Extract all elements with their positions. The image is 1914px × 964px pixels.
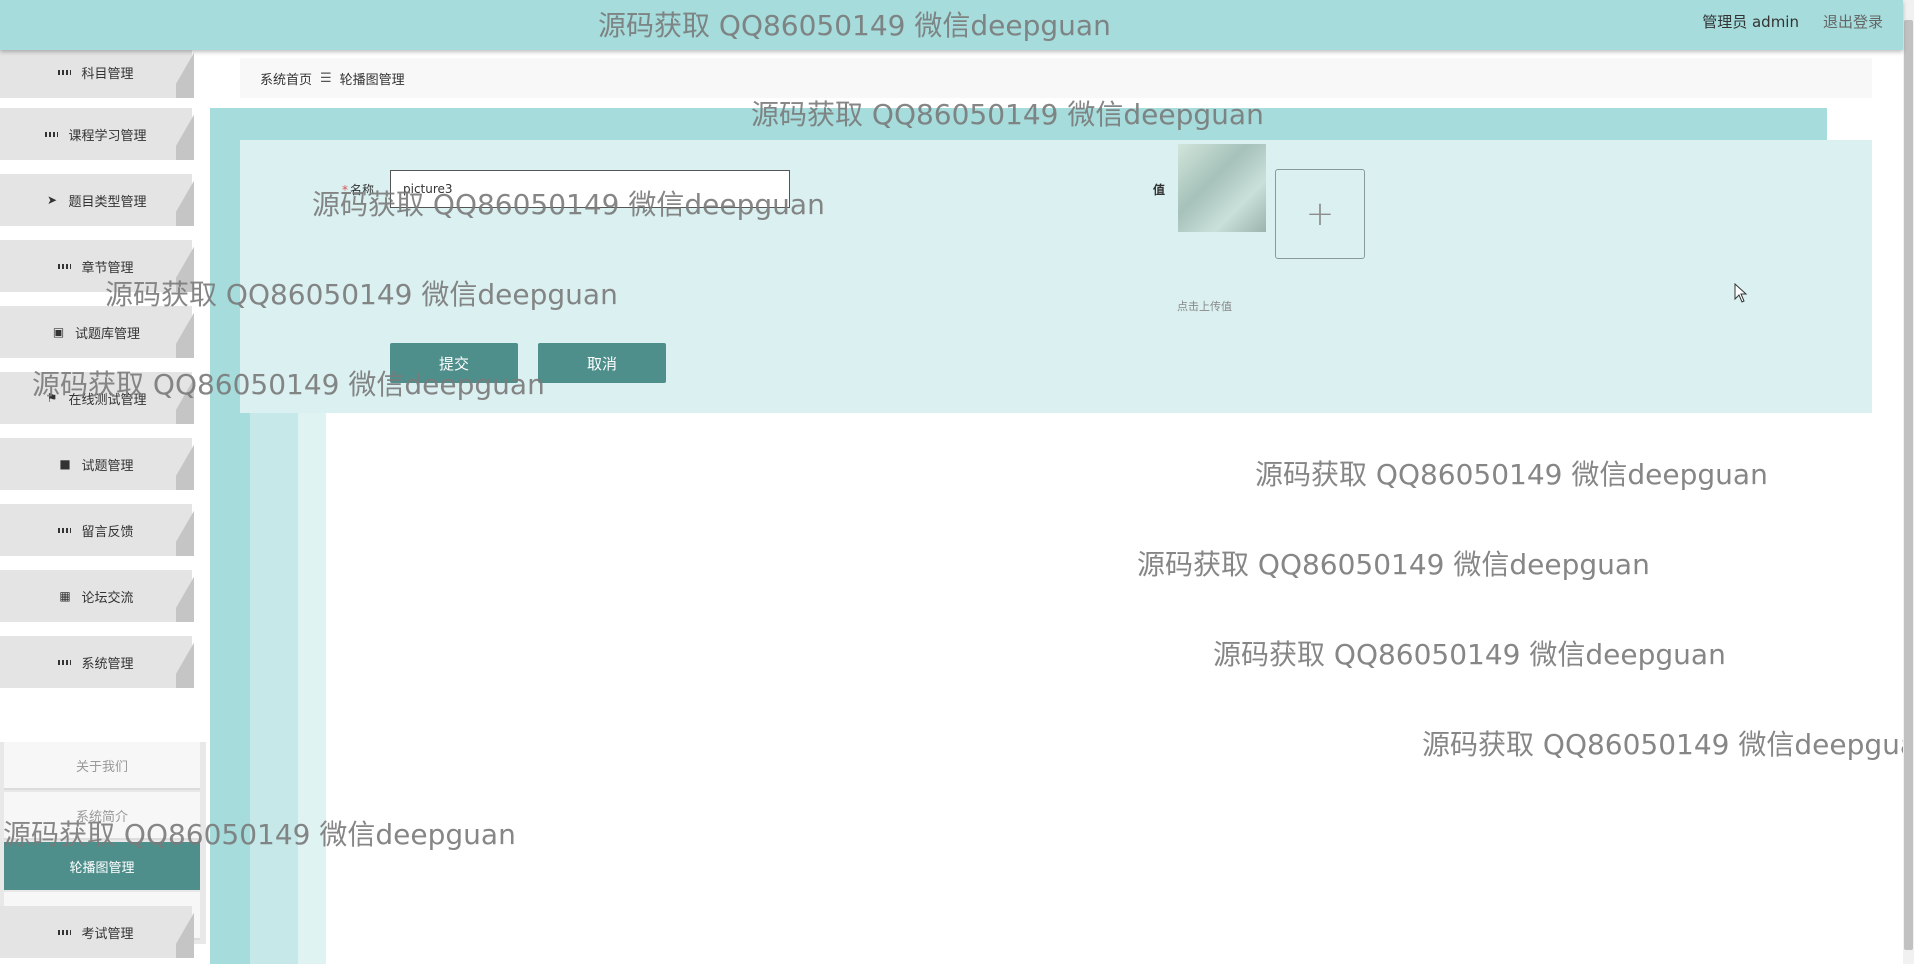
sidebar-item-questions[interactable]: ■ 试题管理 xyxy=(0,438,194,490)
sidebar-item-forum[interactable]: ▦ 论坛交流 xyxy=(0,570,194,622)
sidebar-item-subjects[interactable]: 科目管理 xyxy=(0,50,194,98)
sidebar-item-course-study[interactable]: 课程学习管理 xyxy=(0,108,194,160)
watermark-text: 源码获取 QQ86050149 微信deepguan xyxy=(1422,728,1903,761)
mouse-cursor-icon xyxy=(1734,283,1748,303)
sidebar-item-label: 论坛交流 xyxy=(81,590,134,606)
sidebar-item-label: 考试管理 xyxy=(81,926,134,942)
watermark-text: 源码获取 QQ86050149 微信deepguan xyxy=(1213,638,1726,671)
menu-icon: ☰ xyxy=(320,70,332,86)
ticket-icon: ▣ xyxy=(52,325,65,339)
grid-icon xyxy=(58,926,72,939)
breadcrumb-home[interactable]: 系统首页 xyxy=(260,69,312,88)
image-upload-button[interactable]: + xyxy=(1275,169,1365,259)
sidebar-item-label: 留言反馈 xyxy=(81,524,134,540)
sidebar-item-label: 试题管理 xyxy=(81,458,134,474)
logout-link[interactable]: 退出登录 xyxy=(1823,11,1883,32)
sidebar-item-label: 题目类型管理 xyxy=(68,194,147,210)
watermark-text: 源码获取 QQ86050149 微信deepguan xyxy=(1255,458,1768,491)
breadcrumb: 系统首页 ☰ 轮播图管理 xyxy=(240,58,1872,98)
scrollbar-thumb[interactable] xyxy=(1904,20,1913,950)
sidebar-item-label: 科目管理 xyxy=(81,66,134,82)
sidebar-item-exams[interactable]: 考试管理 xyxy=(0,906,194,958)
watermark-text: 源码获取 QQ86050149 微信deepguan xyxy=(1137,548,1650,581)
decor-band xyxy=(250,410,298,964)
value-field-label: 值 xyxy=(1153,183,1166,197)
grid-icon xyxy=(58,260,72,273)
send-icon: ➤ xyxy=(46,193,58,207)
user-label: 管理员 admin xyxy=(1702,13,1799,31)
sidebar-item-system[interactable]: 系统管理 xyxy=(0,636,194,688)
page-scrollbar[interactable] xyxy=(1903,0,1914,964)
watermark-text: 源码获取 QQ86050149 微信deepguan xyxy=(312,188,825,221)
sidebar-item-label: 试题库管理 xyxy=(74,326,140,342)
cancel-button[interactable]: 取消 xyxy=(538,343,666,383)
watermark-text: 源码获取 QQ86050149 微信deepguan xyxy=(105,278,618,311)
clipboard-icon: ▦ xyxy=(59,589,71,603)
plus-icon: + xyxy=(1305,194,1335,234)
watermark-text: 源码获取 QQ86050149 微信deepguan xyxy=(751,98,1264,131)
sidebar-item-label: 课程学习管理 xyxy=(68,128,147,144)
grid-icon xyxy=(58,524,72,537)
grid-icon xyxy=(58,656,72,669)
submenu-item-about[interactable]: 关于我们 xyxy=(4,742,200,790)
watermark-text: 源码获取 QQ86050149 微信deepguan xyxy=(598,9,1111,42)
breadcrumb-current: 轮播图管理 xyxy=(339,72,405,88)
sidebar-item-question-types[interactable]: ➤ 题目类型管理 xyxy=(0,174,194,226)
grid-icon xyxy=(58,66,72,79)
uploaded-image-thumbnail[interactable] xyxy=(1178,144,1266,232)
decor-band xyxy=(298,410,326,964)
upload-tip: 点击上传值 xyxy=(1177,300,1232,313)
grid-icon xyxy=(45,128,59,141)
sidebar-item-question-bank[interactable]: ▣ 试题库管理 xyxy=(0,306,194,358)
watermark-text: 源码获取 QQ86050149 微信deepguan xyxy=(3,818,516,851)
watermark-text: 源码获取 QQ86050149 微信deepguan xyxy=(32,368,545,401)
monitor-icon: ■ xyxy=(59,457,71,471)
sidebar-item-label: 系统管理 xyxy=(81,656,134,672)
sidebar-item-feedback[interactable]: 留言反馈 xyxy=(0,504,194,556)
